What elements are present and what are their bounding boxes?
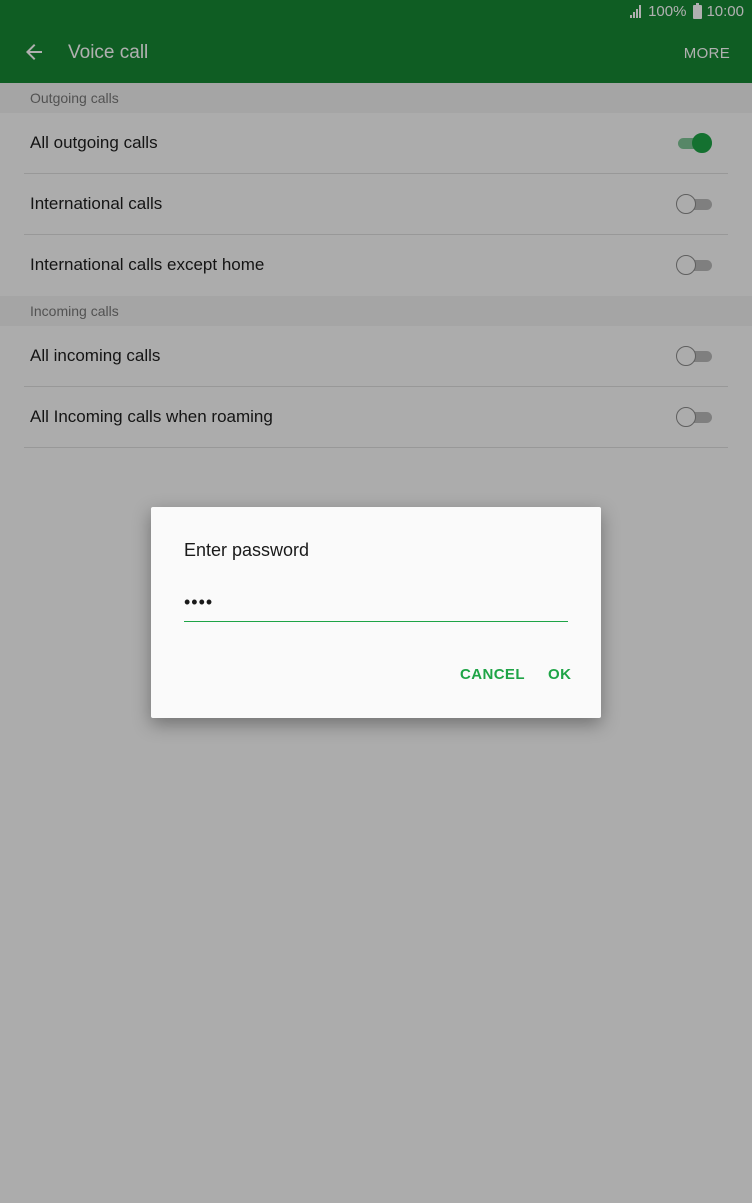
password-dialog: Enter password •••• CANCEL OK bbox=[151, 507, 601, 718]
cancel-button[interactable]: CANCEL bbox=[460, 666, 525, 683]
dialog-title: Enter password bbox=[184, 540, 310, 560]
ok-button[interactable]: OK bbox=[548, 666, 571, 683]
password-input[interactable]: •••• bbox=[184, 591, 568, 622]
